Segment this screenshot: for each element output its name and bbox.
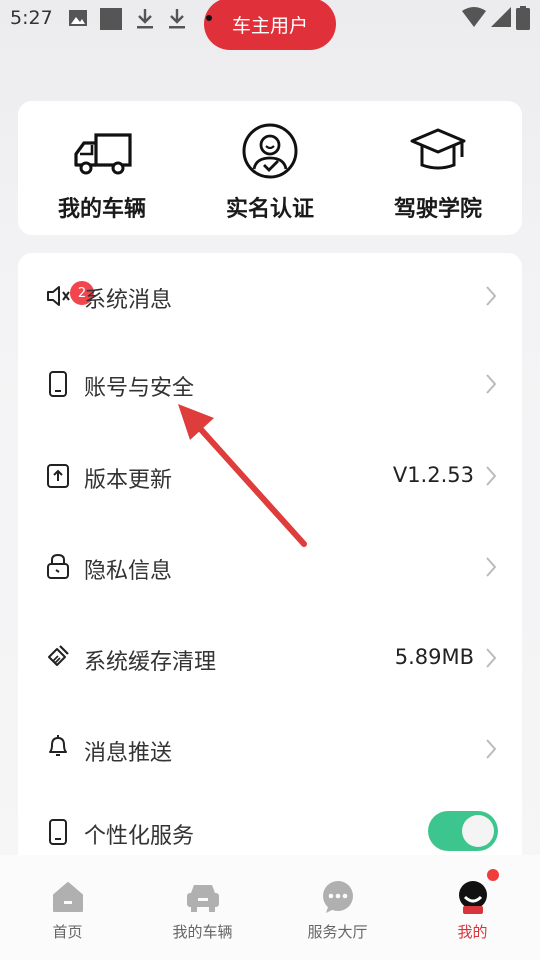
nav-label: 我的	[457, 923, 488, 941]
profile-notification-dot	[487, 869, 499, 881]
menu-item-label: 个性化服务	[84, 824, 195, 849]
chevron-right-icon	[486, 286, 497, 306]
menu-item-privacy[interactable]: 隐私信息	[18, 523, 522, 611]
toggle-knob	[462, 815, 494, 847]
quick-actions-card: 我的车辆 实名认证 驾驶学院	[18, 101, 522, 235]
wifi-icon	[462, 7, 486, 27]
app-square-icon	[100, 8, 122, 30]
nav-service-hall[interactable]: 服务大厅	[270, 855, 405, 960]
chevron-right-icon	[486, 557, 497, 577]
menu-item-account-security[interactable]: 账号与安全	[18, 341, 522, 429]
nav-my-vehicles[interactable]: 我的车辆	[135, 855, 270, 960]
broom-icon	[48, 645, 69, 666]
menu-item-clear-cache[interactable]: 系统缓存清理 5.89MB	[18, 614, 522, 702]
nav-profile[interactable]: 我的	[405, 855, 540, 960]
menu-item-label: 消息推送	[84, 741, 173, 766]
download-icon	[137, 9, 153, 29]
menu-item-version-update[interactable]: 版本更新 V1.2.53	[18, 431, 522, 519]
chevron-right-icon	[486, 648, 497, 668]
bell-icon	[49, 735, 67, 756]
quick-action-my-vehicles[interactable]: 我的车辆	[18, 101, 186, 235]
chevron-right-icon	[486, 739, 497, 759]
menu-item-label: 版本更新	[84, 468, 173, 493]
battery-icon	[516, 6, 530, 30]
menu-item-system-messages[interactable]: 2 系统消息	[18, 253, 522, 341]
car-icon	[186, 885, 219, 912]
nav-label: 服务大厅	[307, 923, 368, 941]
nav-label: 首页	[52, 923, 83, 941]
nav-label: 我的车辆	[172, 923, 233, 941]
phone-icon	[49, 371, 67, 397]
chevron-right-icon	[486, 374, 497, 394]
quick-action-driving-academy[interactable]: 驾驶学院	[354, 101, 522, 235]
personalized-service-toggle[interactable]	[428, 811, 498, 851]
quick-action-label: 我的车辆	[57, 197, 146, 222]
profile-icon	[458, 881, 487, 914]
lock-icon	[47, 553, 69, 579]
bottom-nav: 首页 我的车辆 服务大厅 我的	[0, 855, 540, 960]
speaker-icon	[47, 286, 70, 306]
nav-home[interactable]: 首页	[0, 855, 135, 960]
truck-icon	[74, 133, 132, 175]
quick-action-label: 驾驶学院	[393, 197, 482, 222]
quick-action-label: 实名认证	[225, 197, 314, 222]
download-icon	[169, 9, 185, 29]
cache-size-value: 5.89MB	[394, 645, 474, 669]
version-value: V1.2.53	[392, 463, 474, 487]
image-icon	[69, 10, 87, 26]
role-pill[interactable]: 车主用户	[204, 0, 336, 50]
menu-item-label: 系统消息	[84, 288, 173, 313]
phone-icon	[49, 819, 67, 845]
chevron-right-icon	[486, 466, 497, 486]
signal-icon	[491, 7, 511, 27]
home-icon	[52, 882, 83, 912]
chat-icon	[322, 881, 353, 913]
upload-icon	[47, 464, 69, 488]
menu-item-push-notifications[interactable]: 消息推送	[18, 705, 522, 793]
settings-menu: 2 系统消息 账号与安全 版本更新 V1.2.53 隐私信息 系统缓存清理 5.…	[18, 253, 522, 863]
status-time: 5:27	[10, 7, 53, 29]
notification-dot	[206, 15, 212, 21]
menu-item-label: 隐私信息	[84, 559, 173, 584]
user-verify-icon	[242, 123, 298, 179]
menu-item-label: 系统缓存清理	[84, 650, 217, 675]
menu-item-label: 账号与安全	[84, 376, 195, 401]
graduation-cap-icon	[410, 128, 466, 170]
quick-action-real-name[interactable]: 实名认证	[186, 101, 354, 235]
